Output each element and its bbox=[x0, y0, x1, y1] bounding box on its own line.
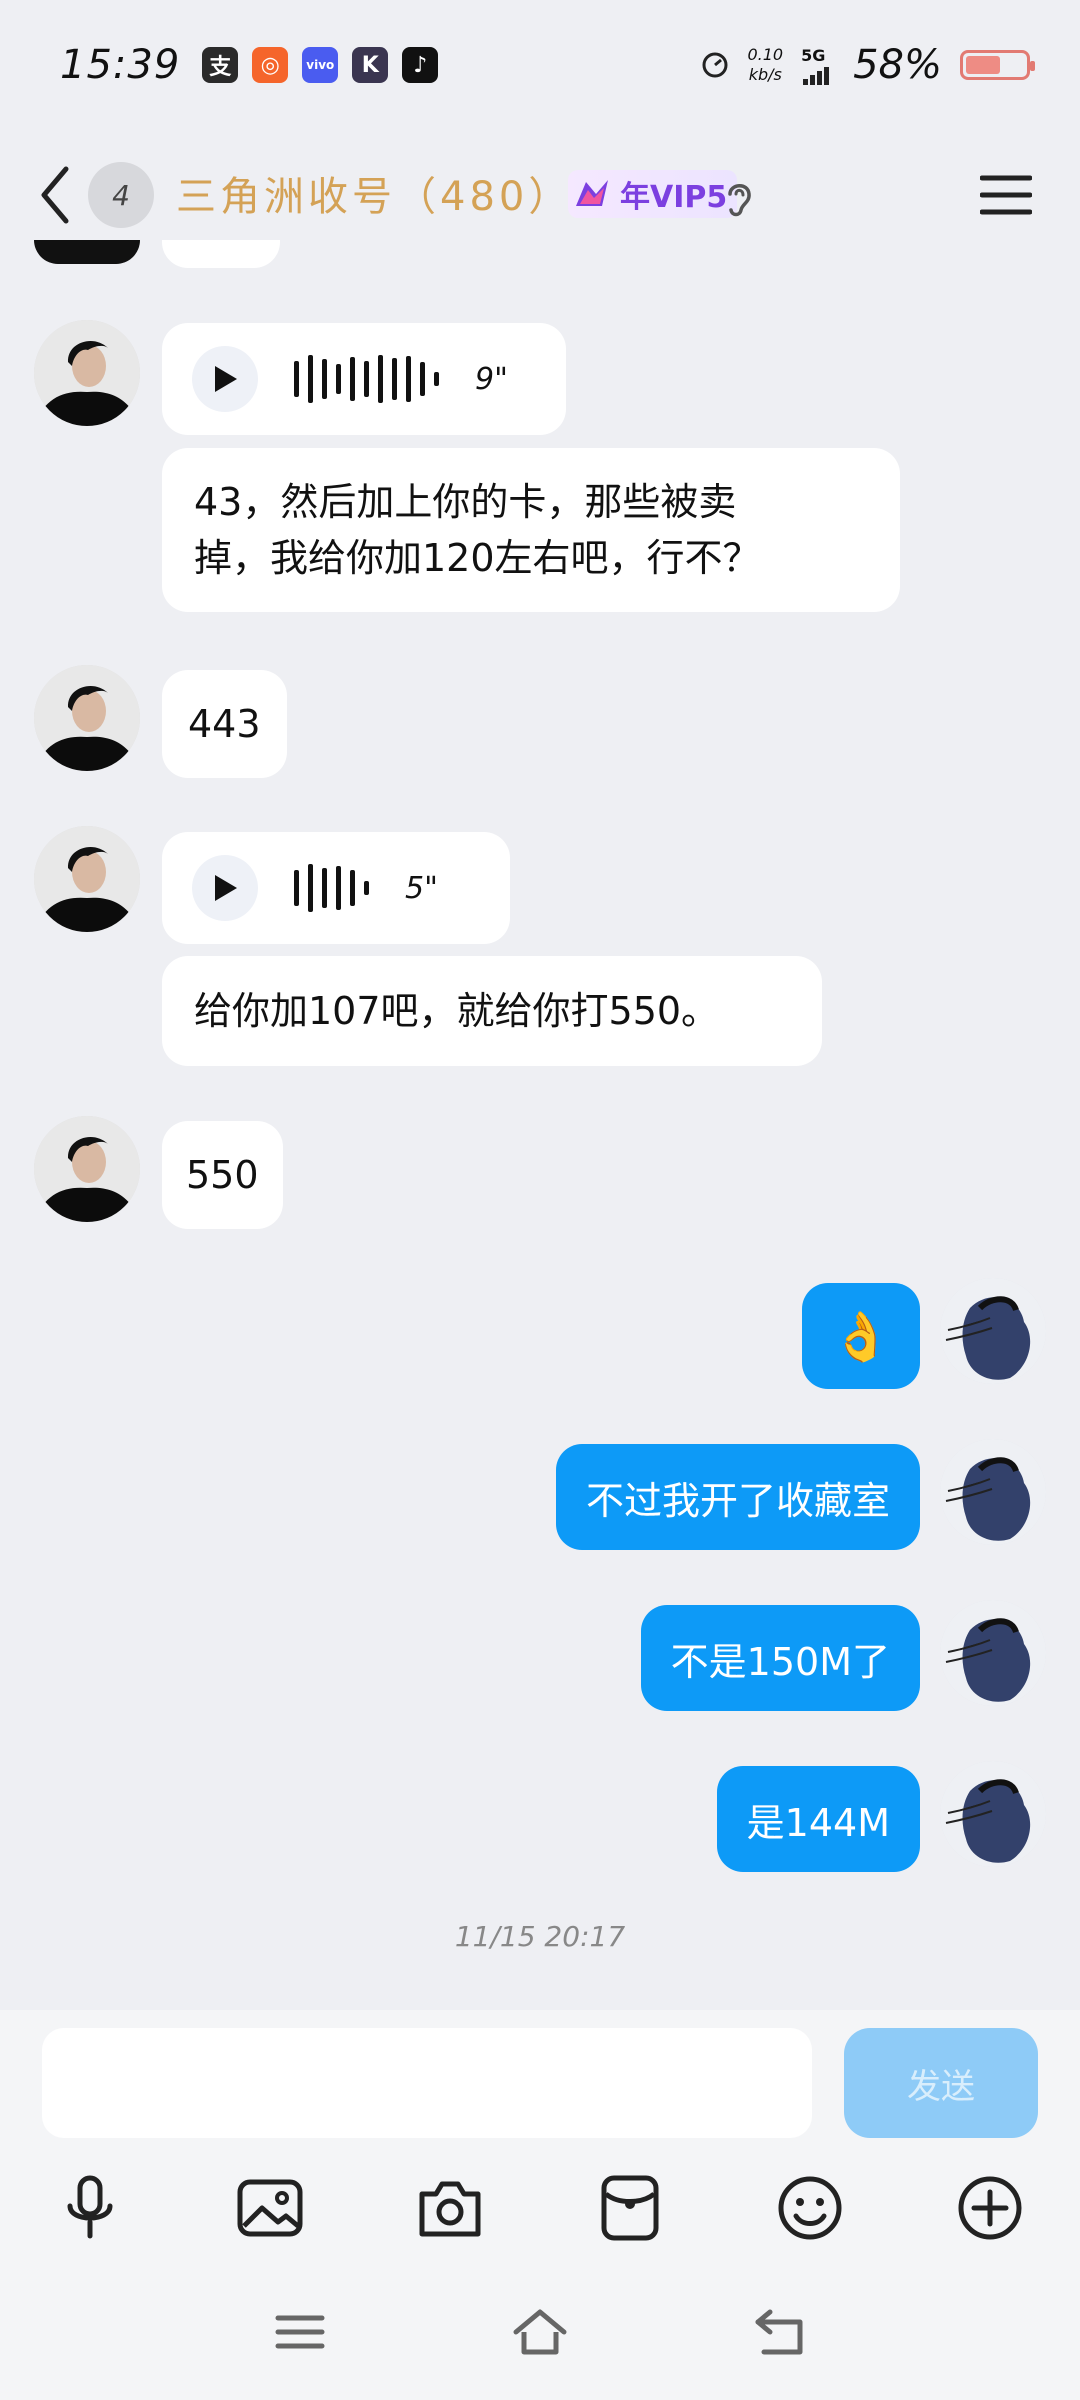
message-text: 不是150M了 bbox=[670, 1639, 890, 1684]
speed-value: 0.10 bbox=[747, 45, 784, 64]
message-text: 550 bbox=[186, 1153, 259, 1197]
battery-percent: 58% bbox=[853, 42, 942, 88]
waveform bbox=[294, 858, 369, 918]
voice-duration: 9" bbox=[475, 361, 508, 397]
message-bubble[interactable]: 443 bbox=[162, 670, 287, 778]
my-avatar[interactable] bbox=[940, 1761, 1046, 1867]
voice-message[interactable]: 5" bbox=[162, 832, 510, 944]
contact-avatar[interactable] bbox=[34, 665, 140, 771]
message-text: 是144M bbox=[746, 1800, 890, 1845]
status-right: 0.10 kb/s 5G 58% bbox=[701, 42, 1035, 88]
message-bubble-mine[interactable]: 不过我开了收藏室 bbox=[555, 1444, 920, 1550]
network-speed: 0.10 kb/s bbox=[747, 45, 783, 85]
message-bubble[interactable]: 给你加107吧，就给你打550。 bbox=[162, 956, 822, 1066]
microphone-icon[interactable] bbox=[54, 2172, 126, 2244]
my-avatar[interactable] bbox=[940, 1439, 1046, 1545]
message-bubble[interactable]: 43，然后加上你的卡，那些被卖 掉，我给你加120左右吧，行不？ bbox=[162, 448, 900, 612]
contact-avatar[interactable] bbox=[34, 1116, 140, 1222]
avatar-partial bbox=[34, 240, 140, 264]
play-icon bbox=[215, 366, 237, 392]
menu-icon[interactable] bbox=[980, 172, 1032, 218]
battery-icon bbox=[960, 50, 1035, 80]
message-text: 👌 bbox=[831, 1308, 891, 1365]
composer-toolbar bbox=[0, 2152, 1080, 2262]
vivo-icon: vivo bbox=[302, 47, 339, 83]
signal-icon bbox=[803, 66, 830, 85]
my-avatar[interactable] bbox=[940, 1278, 1046, 1384]
composer: 发送 bbox=[0, 2010, 1080, 2152]
system-nav-bar bbox=[0, 2262, 1080, 2400]
contact-avatar[interactable] bbox=[34, 826, 140, 932]
ear-icon[interactable] bbox=[722, 178, 756, 218]
camera-icon[interactable] bbox=[414, 2172, 486, 2244]
avatar-image bbox=[940, 1600, 1046, 1706]
message-text: 给你加107吧，就给你打550。 bbox=[194, 989, 720, 1033]
message-bubble-mine[interactable]: 是144M bbox=[716, 1766, 920, 1872]
message-text: 443 bbox=[188, 702, 261, 746]
k-app-icon: K bbox=[352, 47, 389, 83]
avatar-image bbox=[940, 1278, 1046, 1384]
status-left: 15:39 支 ◎ vivo K ♪ bbox=[60, 42, 439, 88]
avatar-image bbox=[940, 1761, 1046, 1867]
speedometer-icon bbox=[702, 52, 728, 78]
image-icon[interactable] bbox=[234, 2172, 306, 2244]
message-line: 掉，我给你加120左右吧，行不？ bbox=[194, 536, 761, 580]
avatar-image bbox=[940, 1439, 1046, 1545]
contact-avatar[interactable] bbox=[34, 320, 140, 426]
send-button[interactable]: 发送 bbox=[844, 2028, 1038, 2138]
network-type: 5G bbox=[801, 45, 826, 65]
message-bubble-mine[interactable]: 不是150M了 bbox=[640, 1605, 920, 1711]
alipay-icon: 支 bbox=[202, 47, 239, 83]
message-bubble[interactable]: 550 bbox=[162, 1121, 283, 1229]
red-packet-icon[interactable] bbox=[594, 2172, 666, 2244]
battery-fill bbox=[966, 56, 1000, 74]
avatar-image bbox=[34, 665, 140, 771]
vip-crown-icon bbox=[576, 180, 608, 206]
home-icon[interactable] bbox=[510, 2302, 570, 2362]
douyin-icon: ♪ bbox=[402, 47, 439, 83]
waveform bbox=[294, 349, 439, 409]
play-button[interactable] bbox=[192, 346, 258, 412]
emoji-icon[interactable] bbox=[774, 2172, 846, 2244]
plus-icon[interactable] bbox=[954, 2172, 1026, 2244]
message-line: 43，然后加上你的卡，那些被卖 bbox=[194, 480, 737, 524]
voice-duration: 5" bbox=[405, 870, 438, 906]
message-input[interactable] bbox=[42, 2028, 812, 2138]
vip-badge[interactable]: 年VIP5 bbox=[568, 170, 738, 218]
avatar-image bbox=[34, 826, 140, 932]
my-avatar[interactable] bbox=[940, 1600, 1046, 1706]
avatar-image bbox=[34, 1116, 140, 1222]
chat-title[interactable]: 三角洲收号（480） bbox=[176, 164, 572, 222]
avatar-image bbox=[34, 320, 140, 426]
unread-count-badge[interactable]: 4 bbox=[88, 162, 154, 228]
play-button[interactable] bbox=[192, 855, 258, 921]
play-icon bbox=[215, 875, 237, 901]
message-timestamp: 11/15 20:17 bbox=[454, 1920, 626, 1953]
speed-unit: kb/s bbox=[748, 65, 782, 84]
bubble-partial bbox=[162, 240, 280, 268]
back-nav-icon[interactable] bbox=[750, 2302, 810, 2362]
status-bar: 15:39 支 ◎ vivo K ♪ 0.10 kb/s 5G 58% bbox=[0, 0, 1080, 130]
kuaishou-icon: ◎ bbox=[252, 47, 289, 83]
recent-apps-icon[interactable] bbox=[270, 2302, 330, 2362]
clock: 15:39 bbox=[60, 42, 181, 88]
back-icon[interactable] bbox=[36, 163, 76, 227]
message-text: 不过我开了收藏室 bbox=[585, 1478, 890, 1523]
voice-message[interactable]: 9" bbox=[162, 323, 566, 435]
vip-label: 年VIP5 bbox=[620, 180, 728, 215]
message-bubble-mine[interactable]: 👌 bbox=[802, 1283, 920, 1389]
network-group: 5G bbox=[801, 46, 835, 85]
